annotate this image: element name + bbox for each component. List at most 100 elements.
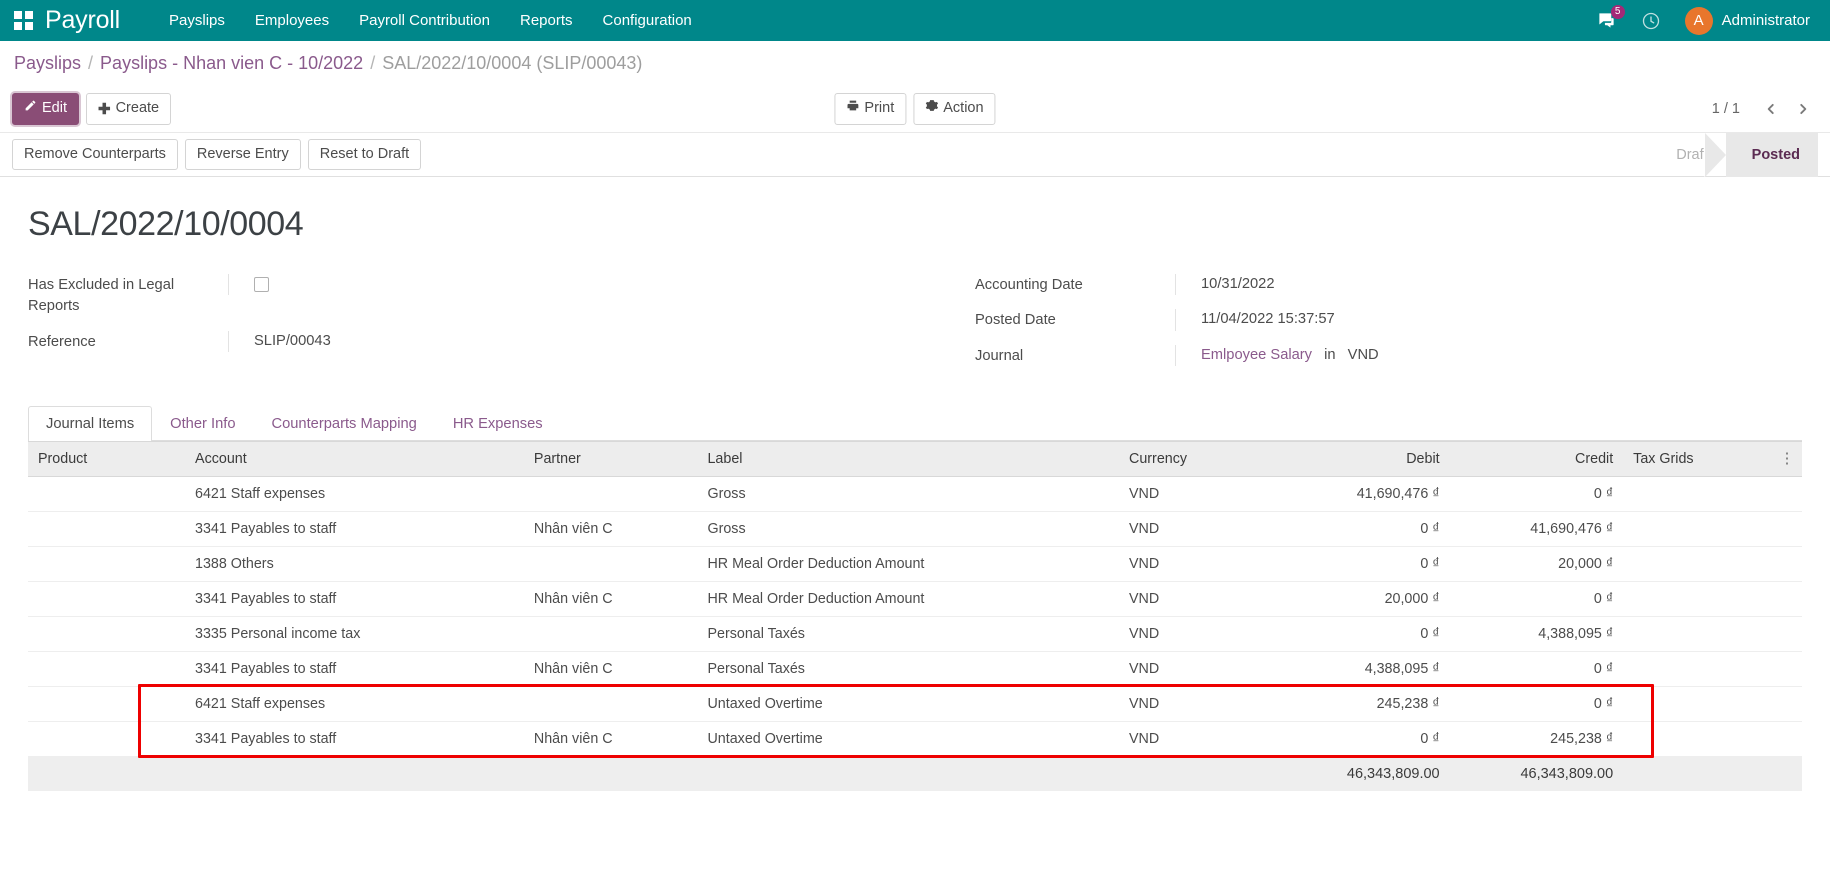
table-row[interactable]: 3341 Payables to staff Nhân viên C Gross… [28, 511, 1802, 546]
cell-label[interactable]: HR Meal Order Deduction Amount [697, 546, 1119, 581]
clock-icon[interactable] [1631, 0, 1671, 41]
cell-credit[interactable]: 20,000 ₫ [1450, 546, 1624, 581]
cell-partner[interactable]: Nhân viên C [524, 651, 698, 686]
breadcrumb-item-payslips[interactable]: Payslips [14, 53, 81, 74]
cell-credit[interactable]: 0 ₫ [1450, 651, 1624, 686]
cell-account[interactable]: 6421 Staff expenses [185, 476, 524, 511]
cell-partner[interactable] [524, 476, 698, 511]
cell-currency[interactable]: VND [1119, 651, 1276, 686]
cell-currency[interactable]: VND [1119, 511, 1276, 546]
cell-currency[interactable]: VND [1119, 476, 1276, 511]
cell-account[interactable]: 1388 Others [185, 546, 524, 581]
table-row[interactable]: 6421 Staff expenses Gross VND 41,690,476… [28, 476, 1802, 511]
tab-counterparts-mapping[interactable]: Counterparts Mapping [253, 406, 434, 441]
cell-partner[interactable]: Nhân viên C [524, 581, 698, 616]
print-button[interactable]: Print [834, 93, 906, 125]
menu-item-payslips[interactable]: Payslips [154, 0, 240, 41]
cell-product[interactable] [28, 686, 185, 721]
reference-value[interactable]: SLIP/00043 [228, 331, 845, 352]
apps-grid-icon[interactable] [14, 11, 33, 30]
cell-currency[interactable]: VND [1119, 686, 1276, 721]
cell-label[interactable]: HR Meal Order Deduction Amount [697, 581, 1119, 616]
cell-product[interactable] [28, 511, 185, 546]
cell-partner[interactable] [524, 616, 698, 651]
journal-link[interactable]: Emlpoyee Salary [1201, 347, 1312, 363]
has-excluded-checkbox[interactable] [254, 277, 269, 292]
cell-product[interactable] [28, 616, 185, 651]
cell-currency[interactable]: VND [1119, 581, 1276, 616]
cell-account[interactable]: 3341 Payables to staff [185, 721, 524, 756]
table-row[interactable]: 1388 Others HR Meal Order Deduction Amou… [28, 546, 1802, 581]
cell-partner[interactable]: Nhân viên C [524, 721, 698, 756]
column-header-label[interactable]: Label [697, 441, 1119, 476]
cell-currency[interactable]: VND [1119, 721, 1276, 756]
cell-label[interactable]: Personal Taxés [697, 651, 1119, 686]
cell-credit[interactable]: 0 ₫ [1450, 476, 1624, 511]
cell-label[interactable]: Gross [697, 511, 1119, 546]
tab-other-info[interactable]: Other Info [152, 406, 253, 441]
cell-currency[interactable]: VND [1119, 616, 1276, 651]
cell-debit[interactable]: 4,388,095 ₫ [1276, 651, 1450, 686]
status-stage-posted[interactable]: Posted [1726, 133, 1818, 177]
edit-button[interactable]: Edit [12, 93, 79, 125]
cell-debit[interactable]: 0 ₫ [1276, 616, 1450, 651]
cell-debit[interactable]: 245,238 ₫ [1276, 686, 1450, 721]
cell-product[interactable] [28, 476, 185, 511]
cell-product[interactable] [28, 651, 185, 686]
cell-tax-grids[interactable] [1623, 686, 1772, 721]
cell-label[interactable]: Gross [697, 476, 1119, 511]
cell-tax-grids[interactable] [1623, 546, 1772, 581]
column-header-partner[interactable]: Partner [524, 441, 698, 476]
app-brand-payroll[interactable]: Payroll [45, 8, 120, 33]
reset-to-draft-button[interactable]: Reset to Draft [308, 139, 421, 171]
create-button[interactable]: ✚ Create [86, 93, 171, 125]
table-row[interactable]: 3341 Payables to staff Nhân viên C Untax… [28, 721, 1802, 756]
cell-currency[interactable]: VND [1119, 546, 1276, 581]
cell-tax-grids[interactable] [1623, 511, 1772, 546]
cell-account[interactable]: 3335 Personal income tax [185, 616, 524, 651]
column-header-account[interactable]: Account [185, 441, 524, 476]
cell-product[interactable] [28, 546, 185, 581]
menu-item-configuration[interactable]: Configuration [588, 0, 707, 41]
table-row[interactable]: 3341 Payables to staff Nhân viên C HR Me… [28, 581, 1802, 616]
user-menu[interactable]: A Administrator [1675, 0, 1816, 41]
chevron-right-icon[interactable] [1788, 94, 1818, 124]
action-button[interactable]: Action [913, 93, 995, 125]
column-header-tax-grids[interactable]: Tax Grids [1623, 441, 1772, 476]
cell-label[interactable]: Untaxed Overtime [697, 686, 1119, 721]
cell-product[interactable] [28, 581, 185, 616]
cell-label[interactable]: Untaxed Overtime [697, 721, 1119, 756]
cell-partner[interactable]: Nhân viên C [524, 511, 698, 546]
column-header-debit[interactable]: Debit [1276, 441, 1450, 476]
cell-credit[interactable]: 0 ₫ [1450, 686, 1624, 721]
reverse-entry-button[interactable]: Reverse Entry [185, 139, 301, 171]
cell-tax-grids[interactable] [1623, 721, 1772, 756]
cell-account[interactable]: 3341 Payables to staff [185, 581, 524, 616]
menu-item-employees[interactable]: Employees [240, 0, 344, 41]
cell-label[interactable]: Personal Taxés [697, 616, 1119, 651]
cell-debit[interactable]: 0 ₫ [1276, 546, 1450, 581]
cell-debit[interactable]: 0 ₫ [1276, 511, 1450, 546]
chevron-left-icon[interactable] [1756, 94, 1786, 124]
cell-debit[interactable]: 0 ₫ [1276, 721, 1450, 756]
column-header-credit[interactable]: Credit [1450, 441, 1624, 476]
cell-tax-grids[interactable] [1623, 476, 1772, 511]
cell-partner[interactable] [524, 686, 698, 721]
remove-counterparts-button[interactable]: Remove Counterparts [12, 139, 178, 171]
cell-credit[interactable]: 41,690,476 ₫ [1450, 511, 1624, 546]
cell-account[interactable]: 3341 Payables to staff [185, 651, 524, 686]
accounting-date-value[interactable]: 10/31/2022 [1175, 274, 1732, 295]
column-header-currency[interactable]: Currency [1119, 441, 1276, 476]
vertical-dots-icon[interactable]: ⋮ [1772, 441, 1802, 476]
cell-credit[interactable]: 0 ₫ [1450, 581, 1624, 616]
tab-journal-items[interactable]: Journal Items [28, 406, 152, 441]
cell-partner[interactable] [524, 546, 698, 581]
cell-account[interactable]: 6421 Staff expenses [185, 686, 524, 721]
table-row[interactable]: 3341 Payables to staff Nhân viên C Perso… [28, 651, 1802, 686]
cell-credit[interactable]: 245,238 ₫ [1450, 721, 1624, 756]
cell-account[interactable]: 3341 Payables to staff [185, 511, 524, 546]
cell-tax-grids[interactable] [1623, 616, 1772, 651]
table-row[interactable]: 3335 Personal income tax Personal Taxés … [28, 616, 1802, 651]
tab-hr-expenses[interactable]: HR Expenses [435, 406, 561, 441]
cell-debit[interactable]: 20,000 ₫ [1276, 581, 1450, 616]
